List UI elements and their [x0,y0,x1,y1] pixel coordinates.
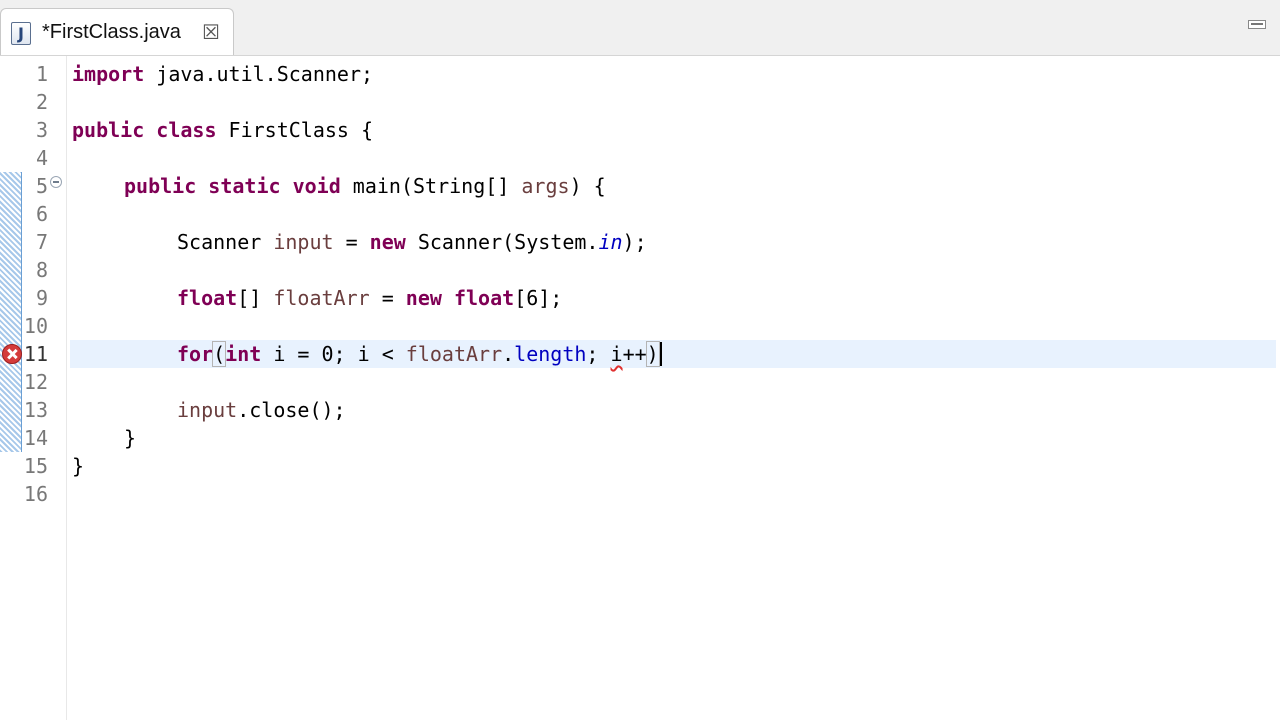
line-number: 12 [23,370,48,394]
text-cursor [659,342,662,366]
line-number: 9 [35,286,48,310]
line-number: 13 [23,398,48,422]
line-number: 1 [35,62,48,86]
editor-tab-bar: J *FirstClass.java ☒ [0,0,1280,56]
line-number: 7 [35,230,48,254]
line-number: 3 [35,118,48,142]
code-editor[interactable]: 1 2 3 4 5 6 7 8 9 10 11 12 13 14 15 16 i… [0,56,1280,720]
code-line-5[interactable]: public static void main(String[] args) { [124,172,606,200]
code-line-11[interactable]: for(int i = 0; i < floatArr.length; i++) [177,340,662,368]
code-line-7[interactable]: Scanner input = new Scanner(System.in); [177,228,647,256]
syntax-error-marker: i [610,342,623,366]
code-line-13[interactable]: input.close(); [177,396,346,424]
code-line-15[interactable]: } [72,452,84,480]
line-number: 8 [35,258,48,282]
line-number: 4 [35,146,48,170]
code-line-3[interactable]: public class FirstClass { [72,116,373,144]
code-line-14[interactable]: } [124,424,136,452]
code-line-9[interactable]: float[] floatArr = new float[6]; [177,284,562,312]
line-number: 5 [35,174,48,198]
tab-title: *FirstClass.java [42,21,181,43]
code-line-1[interactable]: import java.util.Scanner; [72,60,373,88]
minimize-icon[interactable] [1248,20,1266,29]
quick-diff-change-bar [0,172,22,452]
close-icon[interactable]: ☒ [202,21,220,43]
line-number: 15 [23,454,48,478]
error-icon[interactable] [2,344,22,364]
line-number: 14 [23,426,48,450]
tab-firstclass-java[interactable]: J *FirstClass.java ☒ [0,8,234,56]
line-number: 2 [35,90,48,114]
collapse-icon[interactable] [50,176,62,188]
line-number: 11 [23,342,48,366]
line-number: 10 [23,314,48,338]
gutter-divider [66,56,67,720]
java-file-icon: J [11,22,31,45]
line-number: 16 [23,482,48,506]
line-number: 6 [35,202,48,226]
